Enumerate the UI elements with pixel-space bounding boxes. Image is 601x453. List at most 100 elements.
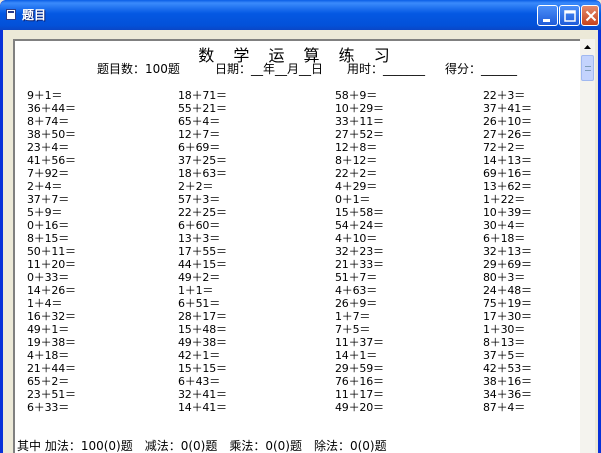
problem-item: 19＋38＝ [27, 336, 76, 349]
problem-item: 1＋4＝ [27, 297, 63, 310]
problem-item: 38＋16＝ [483, 375, 532, 388]
problem-item: 18＋63＝ [178, 167, 227, 180]
problem-item: 87＋4＝ [483, 401, 525, 414]
problem-item: 29＋59＝ [335, 362, 384, 375]
problem-item: 30＋4＝ [483, 219, 525, 232]
problem-item: 65＋2＝ [27, 375, 69, 388]
problem-item: 80＋3＝ [483, 271, 525, 284]
problem-item: 49＋2＝ [178, 271, 220, 284]
problem-item: 34＋36＝ [483, 388, 532, 401]
app-window: 题目 数 学 运 算 练 习 题目数：100题 日期：__年__月__日 用时：… [0, 0, 601, 453]
problem-item: 13＋3＝ [178, 232, 220, 245]
problem-item: 2＋2＝ [178, 180, 214, 193]
problem-item: 27＋26＝ [483, 128, 532, 141]
problem-item: 13＋62＝ [483, 180, 532, 193]
problem-column-2: 18＋71＝ 55＋21＝ 65＋4＝ 12＋7＝ 6＋69＝ 37＋25＝ 18＋63＝ 2… [178, 89, 298, 414]
problem-item: 33＋11＝ [335, 115, 384, 128]
problem-item: 6＋33＝ [27, 401, 69, 414]
title-bar[interactable]: 题目 [0, 0, 601, 30]
problem-item: 0＋33＝ [27, 271, 69, 284]
vertical-scrollbar[interactable] [580, 39, 595, 453]
problem-column-3: 58＋9＝ 10＋29＝ 33＋11＝ 27＋52＝ 12＋8＝ 8＋12＝ 22＋2＝ 4＋… [335, 89, 455, 414]
problem-item: 21＋44＝ [27, 362, 76, 375]
problem-item: 22＋3＝ [483, 89, 525, 102]
problem-item: 6＋43＝ [178, 375, 220, 388]
close-button[interactable] [581, 5, 599, 26]
problem-item: 23＋4＝ [27, 141, 69, 154]
problem-item: 26＋9＝ [335, 297, 377, 310]
problem-item: 58＋9＝ [335, 89, 377, 102]
problem-item: 50＋11＝ [27, 245, 76, 258]
problem-item: 11＋37＝ [335, 336, 384, 349]
problem-item: 4＋10＝ [335, 232, 377, 245]
problem-item: 37＋25＝ [178, 154, 227, 167]
problem-item: 17＋30＝ [483, 310, 532, 323]
maximize-icon [564, 10, 576, 22]
problem-item: 10＋29＝ [335, 102, 384, 115]
problem-item: 23＋51＝ [27, 388, 76, 401]
problem-item: 26＋10＝ [483, 115, 532, 128]
problem-item: 27＋52＝ [335, 128, 384, 141]
client-area: 数 学 运 算 练 习 题目数：100题 日期：__年__月__日 用时：___… [3, 30, 598, 453]
problem-item: 1＋30＝ [483, 323, 525, 336]
problem-item: 4＋29＝ [335, 180, 377, 193]
minimize-button[interactable] [537, 5, 558, 26]
score-field: 得分：______ [445, 62, 518, 76]
problem-item: 9＋1＝ [27, 89, 63, 102]
problem-item: 15＋58＝ [335, 206, 384, 219]
close-icon [585, 10, 597, 22]
time-field: 用时：_______ [347, 62, 426, 76]
problem-item: 0＋1＝ [335, 193, 371, 206]
problem-item: 32＋23＝ [335, 245, 384, 258]
problem-item: 16＋32＝ [27, 310, 76, 323]
window-title: 题目 [22, 8, 47, 22]
problem-item: 7＋92＝ [27, 167, 69, 180]
problem-item: 55＋21＝ [178, 102, 227, 115]
problem-item: 8＋12＝ [335, 154, 377, 167]
minimize-icon [543, 19, 550, 22]
problem-item: 14＋13＝ [483, 154, 532, 167]
problem-item: 41＋56＝ [27, 154, 76, 167]
problem-count: 题目数：100题 [97, 62, 180, 76]
problem-item: 6＋69＝ [178, 141, 220, 154]
problem-item: 32＋13＝ [483, 245, 532, 258]
problem-item: 8＋13＝ [483, 336, 525, 349]
problem-item: 22＋25＝ [178, 206, 227, 219]
problem-item: 49＋38＝ [178, 336, 227, 349]
problem-item: 15＋48＝ [178, 323, 227, 336]
problem-item: 54＋24＝ [335, 219, 384, 232]
problem-item: 51＋7＝ [335, 271, 377, 284]
scrollbar-thumb[interactable] [581, 55, 594, 81]
problem-item: 6＋18＝ [483, 232, 525, 245]
problem-item: 14＋41＝ [178, 401, 227, 414]
problem-item: 36＋44＝ [27, 102, 76, 115]
problem-item: 49＋20＝ [335, 401, 384, 414]
problem-item: 29＋69＝ [483, 258, 532, 271]
app-icon[interactable] [6, 9, 16, 20]
problem-item: 7＋5＝ [335, 323, 371, 336]
date-field: 日期：__年__月__日 [215, 62, 324, 76]
problem-item: 1＋7＝ [335, 310, 371, 323]
problem-item: 57＋3＝ [178, 193, 220, 206]
problem-item: 18＋71＝ [178, 89, 227, 102]
operation-summary: 其中 加法：100(0)题 减法：0(0)题 乘法：0(0)题 除法：0(0)题 [17, 439, 387, 453]
problem-item: 65＋4＝ [178, 115, 220, 128]
problem-item: 11＋17＝ [335, 388, 384, 401]
problem-item: 5＋9＝ [27, 206, 63, 219]
problem-item: 37＋5＝ [483, 349, 525, 362]
maximize-button[interactable] [559, 5, 580, 26]
scroll-up-icon [584, 45, 591, 49]
problem-item: 49＋1＝ [27, 323, 69, 336]
problem-item: 8＋74＝ [27, 115, 69, 128]
problem-item: 17＋55＝ [178, 245, 227, 258]
problem-item: 15＋15＝ [178, 362, 227, 375]
problem-item: 1＋1＝ [178, 284, 214, 297]
problem-item: 6＋51＝ [178, 297, 220, 310]
problem-item: 2＋4＝ [27, 180, 63, 193]
problem-item: 69＋16＝ [483, 167, 532, 180]
problem-item: 11＋20＝ [27, 258, 76, 271]
problem-item: 10＋39＝ [483, 206, 532, 219]
problem-item: 1＋22＝ [483, 193, 525, 206]
problem-item: 8＋15＝ [27, 232, 69, 245]
problem-item: 72＋2＝ [483, 141, 525, 154]
